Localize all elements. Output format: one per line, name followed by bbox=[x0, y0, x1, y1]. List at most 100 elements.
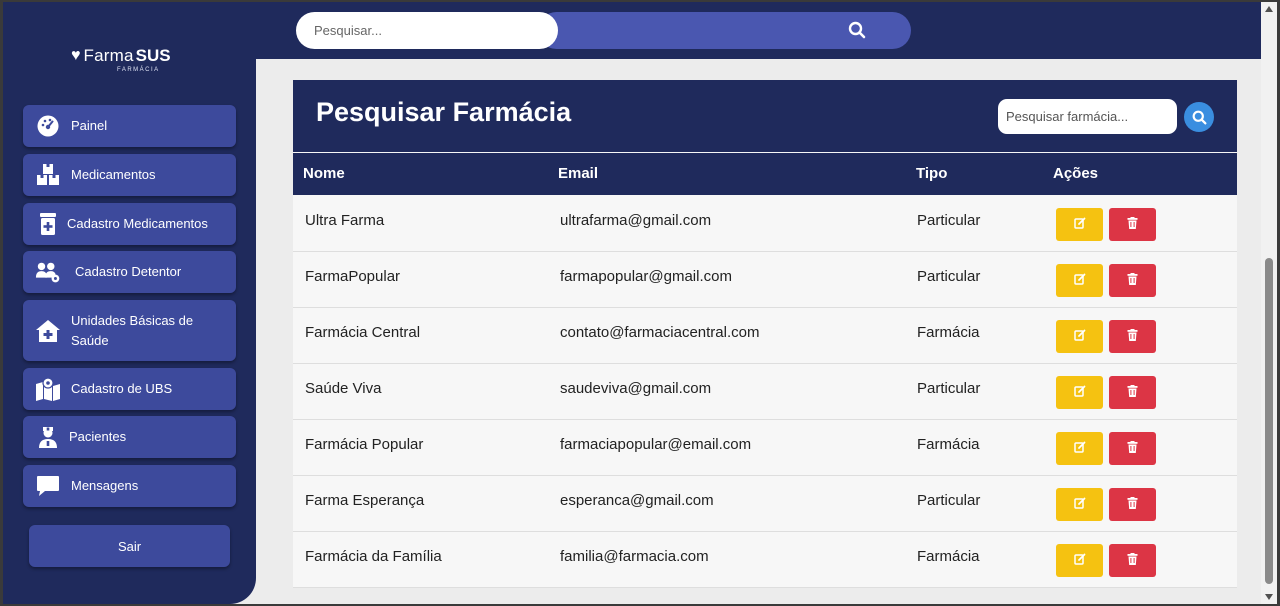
pharmacy-search-input[interactable] bbox=[998, 99, 1177, 134]
sidebar-item-painel[interactable]: Painel bbox=[23, 105, 236, 147]
pharmacy-type: Particular bbox=[917, 268, 981, 285]
sidebar-item-medicamentos[interactable]: Medicamentos bbox=[23, 154, 236, 196]
scroll-down-arrow-icon[interactable] bbox=[1265, 594, 1273, 600]
trash-icon bbox=[1127, 440, 1138, 457]
sidebar-item-label: Pacientes bbox=[69, 429, 127, 444]
pharmacy-name: Farmácia da Família bbox=[305, 548, 442, 565]
search-icon bbox=[1192, 110, 1206, 124]
edit-button[interactable] bbox=[1056, 376, 1103, 409]
edit-icon bbox=[1073, 216, 1086, 233]
pharmacy-type: Particular bbox=[917, 380, 981, 397]
table-row: Farmácia da Família familia@farmacia.com F… bbox=[293, 532, 1237, 588]
trash-icon bbox=[1127, 216, 1138, 233]
brand-name: Farma bbox=[83, 46, 134, 65]
trash-icon bbox=[1127, 328, 1138, 345]
table-row: Farma Esperança esperanca@gmail.com Partic… bbox=[293, 476, 1237, 532]
scrollbar-thumb[interactable] bbox=[1265, 258, 1273, 584]
vertical-scrollbar[interactable] bbox=[1261, 2, 1277, 604]
delete-button[interactable] bbox=[1109, 208, 1156, 241]
delete-button[interactable] bbox=[1109, 544, 1156, 577]
pharmacy-search-button[interactable] bbox=[1184, 102, 1214, 132]
pharmacy-email: farmapopular@gmail.com bbox=[560, 268, 732, 285]
edit-button[interactable] bbox=[1056, 264, 1103, 297]
pharmacy-email: familia@farmacia.com bbox=[560, 548, 709, 565]
boxes-icon bbox=[35, 162, 61, 188]
sidebar-item-label: Medicamentos bbox=[71, 167, 156, 182]
edit-icon bbox=[1073, 496, 1086, 513]
column-header-type: Tipo bbox=[916, 165, 948, 182]
search-icon bbox=[848, 21, 866, 39]
sidebar-item-cadastro-medicamentos[interactable]: Cadastro Medicamentos bbox=[23, 203, 236, 245]
table-row: Saúde Viva saudeviva@gmail.com Particular bbox=[293, 364, 1237, 420]
dashboard-gauge-icon bbox=[35, 113, 61, 139]
users-gear-icon bbox=[35, 259, 61, 285]
medicine-bottle-icon bbox=[35, 211, 61, 237]
heart-pulse-icon: ♥ bbox=[71, 47, 81, 64]
delete-button[interactable] bbox=[1109, 320, 1156, 353]
edit-button[interactable] bbox=[1056, 544, 1103, 577]
delete-button[interactable] bbox=[1109, 264, 1156, 297]
brand-logo: ♥ Farma SUS FARMÁCIA bbox=[71, 46, 191, 76]
pharmacy-email: esperanca@gmail.com bbox=[560, 492, 714, 509]
brand-subtitle: FARMÁCIA bbox=[117, 67, 160, 73]
sidebar-item-label: Cadastro Detentor bbox=[75, 264, 182, 279]
table-row: FarmaPopular farmapopular@gmail.com Partic… bbox=[293, 252, 1237, 308]
logout-button[interactable]: Sair bbox=[29, 525, 230, 567]
trash-icon bbox=[1127, 384, 1138, 401]
sidebar-item-cadastro-ubs[interactable]: Cadastro de UBS bbox=[23, 368, 236, 410]
column-header-name: Nome bbox=[303, 165, 345, 182]
table-row: Farmácia Popular farmaciapopular@email.co… bbox=[293, 420, 1237, 476]
edit-button[interactable] bbox=[1056, 208, 1103, 241]
table-header: Nome Email Tipo Ações bbox=[293, 153, 1237, 195]
sidebar-item-label: Cadastro Medicamentos bbox=[67, 216, 208, 231]
pharmacy-type: Farmácia bbox=[917, 324, 980, 341]
edit-button[interactable] bbox=[1056, 432, 1103, 465]
pharmacy-email: contato@farmaciacentral.com bbox=[560, 324, 760, 341]
pharmacy-type: Particular bbox=[917, 492, 981, 509]
sidebar-item-pacientes[interactable]: Pacientes bbox=[23, 416, 236, 458]
edit-icon bbox=[1073, 384, 1086, 401]
edit-icon bbox=[1073, 552, 1086, 569]
pharmacy-name: Ultra Farma bbox=[305, 212, 385, 229]
trash-icon bbox=[1127, 552, 1138, 569]
message-bubble-icon bbox=[35, 473, 61, 499]
sidebar-item-label: Mensagens bbox=[71, 478, 139, 493]
top-search-button[interactable] bbox=[538, 12, 911, 49]
trash-icon bbox=[1127, 272, 1138, 289]
column-header-actions: Ações bbox=[1053, 165, 1099, 182]
sidebar: ♥ Farma SUS FARMÁCIA Painel Medicamentos… bbox=[3, 2, 256, 604]
top-search-input[interactable] bbox=[296, 12, 558, 49]
pharmacy-name: Saúde Viva bbox=[305, 380, 382, 397]
edit-icon bbox=[1073, 328, 1086, 345]
panel-header: Pesquisar Farmácia bbox=[293, 80, 1237, 152]
sidebar-item-label: Cadastro de UBS bbox=[71, 381, 173, 396]
table-row: Farmácia Central contato@farmaciacentral.… bbox=[293, 308, 1237, 364]
pharmacy-email: ultrafarma@gmail.com bbox=[560, 212, 712, 229]
scroll-up-arrow-icon[interactable] bbox=[1265, 6, 1273, 12]
delete-button[interactable] bbox=[1109, 488, 1156, 521]
brand-name-sus: SUS bbox=[135, 46, 171, 65]
column-header-email: Email bbox=[558, 165, 599, 182]
pharmacy-search-panel: Pesquisar Farmácia Nome Email Tipo Ações… bbox=[293, 80, 1237, 588]
pharmacy-type: Farmácia bbox=[917, 436, 980, 453]
pharmacy-name: Farmácia Central bbox=[305, 324, 421, 341]
sidebar-item-cadastro-detentor[interactable]: Cadastro Detentor bbox=[23, 251, 236, 293]
sidebar-item-label: Painel bbox=[71, 118, 108, 133]
table-row: Ultra Farma ultrafarma@gmail.com Particula… bbox=[293, 196, 1237, 252]
sidebar-item-mensagens[interactable]: Mensagens bbox=[23, 465, 236, 507]
map-location-icon bbox=[35, 376, 61, 402]
delete-button[interactable] bbox=[1109, 376, 1156, 409]
house-medical-icon bbox=[35, 318, 61, 344]
edit-button[interactable] bbox=[1056, 488, 1103, 521]
user-nurse-icon bbox=[35, 424, 61, 450]
trash-icon bbox=[1127, 496, 1138, 513]
top-bar bbox=[243, 2, 1277, 59]
edit-button[interactable] bbox=[1056, 320, 1103, 353]
sidebar-item-unidades-basicas[interactable]: Unidades Básicas de Saúde bbox=[23, 300, 236, 361]
pharmacy-name: Farmácia Popular bbox=[305, 436, 424, 453]
page-title: Pesquisar Farmácia bbox=[316, 97, 572, 127]
pharmacy-name: Farma Esperança bbox=[305, 492, 425, 509]
pharmacy-name: FarmaPopular bbox=[305, 268, 401, 285]
pharmacy-email: farmaciapopular@email.com bbox=[560, 436, 752, 453]
delete-button[interactable] bbox=[1109, 432, 1156, 465]
